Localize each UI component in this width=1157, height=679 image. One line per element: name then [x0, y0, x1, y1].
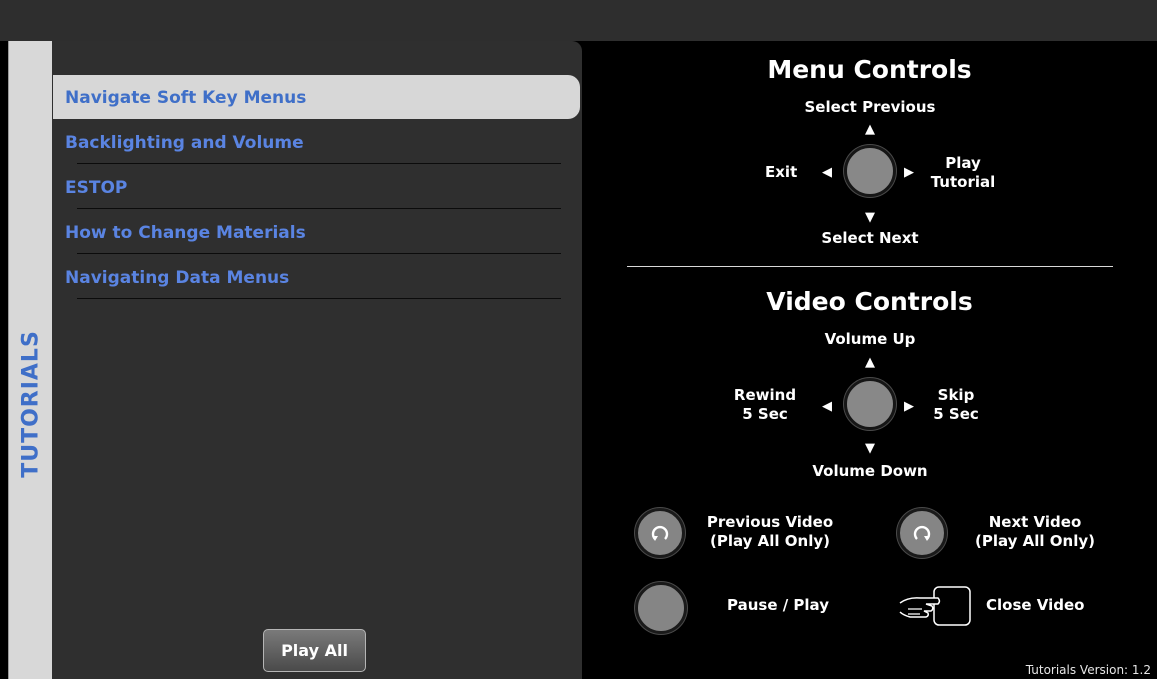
arrow-up-icon: ▲: [865, 122, 875, 137]
tutorial-item-how-to-change-materials[interactable]: How to Change Materials: [53, 209, 582, 254]
previous-video-line1: Previous Video: [706, 513, 834, 531]
arrow-left-icon: ◀: [822, 399, 832, 414]
menu-controls-title: Menu Controls: [767, 55, 972, 84]
tutorial-item-navigating-data-menus[interactable]: Navigating Data Menus: [53, 254, 582, 299]
arrow-left-icon: ◀: [822, 165, 832, 180]
video-left-line2: 5 Sec: [742, 405, 788, 423]
controls-help-panel: Menu Controls Select Previous ▲ Exit ◀ ▶…: [582, 41, 1157, 679]
next-video-label: Next Video (Play All Only): [960, 513, 1110, 551]
video-up-label: Volume Up: [824, 330, 916, 348]
video-controls-title: Video Controls: [766, 287, 973, 316]
version-text: Tutorials Version: 1.2: [1025, 663, 1151, 677]
touch-screen-icon: [898, 585, 974, 631]
tutorials-side-tab[interactable]: TUTORIALS: [8, 41, 53, 679]
video-left-label: Rewind 5 Sec: [730, 386, 800, 424]
previous-video-icon: [635, 508, 685, 558]
arrow-down-icon: ▼: [865, 210, 875, 225]
video-right-label: Skip 5 Sec: [926, 386, 986, 424]
video-down-label: Volume Down: [812, 462, 928, 480]
play-all-button[interactable]: Play All: [263, 629, 366, 672]
tutorial-item-label: Navigate Soft Key Menus: [65, 88, 307, 108]
menu-right-line1: Play: [945, 154, 981, 172]
tutorial-item-estop[interactable]: ESTOP: [53, 164, 582, 209]
close-video-label: Close Video: [986, 596, 1085, 614]
tutorial-item-backlighting-and-volume[interactable]: Backlighting and Volume: [53, 119, 582, 164]
menu-right-line2: Tutorial: [930, 173, 996, 191]
pause-play-label: Pause / Play: [727, 596, 829, 614]
previous-video-line2: (Play All Only): [710, 532, 830, 550]
tutorial-item-label: Backlighting and Volume: [65, 133, 304, 153]
next-video-line1: Next Video: [988, 513, 1082, 531]
tutorial-item-label: How to Change Materials: [65, 223, 306, 243]
left-edge: [0, 41, 8, 679]
arrow-down-icon: ▼: [865, 441, 875, 456]
section-divider: [627, 266, 1113, 267]
arrow-right-icon: ▶: [904, 399, 914, 414]
video-knob-icon: [844, 378, 896, 430]
menu-down-label: Select Next: [821, 229, 919, 247]
next-video-line2: (Play All Only): [975, 532, 1095, 550]
arrow-up-icon: ▲: [865, 355, 875, 370]
video-right-line2: 5 Sec: [933, 405, 979, 423]
list-divider: [77, 298, 561, 299]
next-video-icon: [897, 508, 947, 558]
menu-right-label: Play Tutorial: [928, 154, 998, 192]
tutorial-item-label: ESTOP: [65, 178, 128, 198]
pause-play-knob-icon: [635, 582, 687, 634]
video-right-line1: Skip: [937, 386, 975, 404]
video-left-line1: Rewind: [733, 386, 797, 404]
menu-left-label: Exit: [765, 163, 798, 181]
arrow-right-icon: ▶: [904, 165, 914, 180]
tutorial-list: Navigate Soft Key Menus Backlighting and…: [52, 75, 582, 299]
menu-knob-icon: [844, 145, 896, 197]
previous-video-label: Previous Video (Play All Only): [690, 513, 850, 551]
top-bar: [0, 0, 1157, 41]
tutorial-list-panel: Navigate Soft Key Menus Backlighting and…: [52, 41, 582, 679]
menu-up-label: Select Previous: [804, 98, 936, 116]
tutorial-item-navigate-soft-key-menus[interactable]: Navigate Soft Key Menus: [53, 75, 580, 119]
side-tab-label: TUTORIALS: [18, 330, 44, 478]
tutorial-item-label: Navigating Data Menus: [65, 268, 290, 288]
